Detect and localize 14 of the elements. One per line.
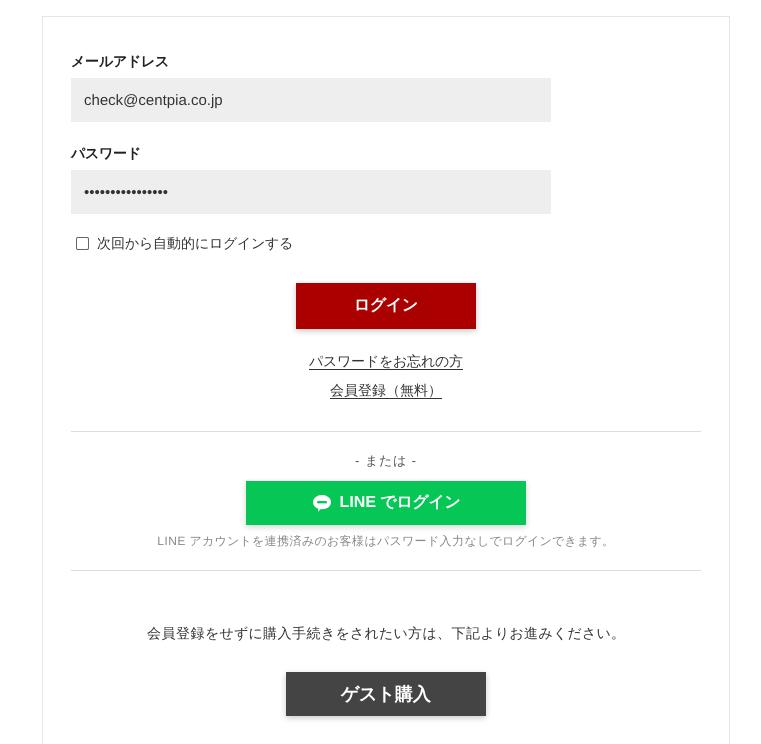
guest-message: 会員登録をせずに購入手続きをされたい方は、下記よりお進みください。	[146, 624, 626, 643]
guest-purchase-button[interactable]: ゲスト購入	[286, 672, 486, 716]
checkbox-label[interactable]: 次回から自動的にログインする	[97, 233, 293, 253]
checkbox[interactable]	[76, 236, 89, 250]
chat-bubble-icon	[312, 494, 332, 512]
line-note: LINE アカウントを連携済みのお客様はパスワード入力なしでログインできます。	[157, 533, 615, 550]
text-link[interactable]: パスワードをお忘れの方	[309, 351, 463, 371]
field-label: パスワード	[71, 144, 141, 163]
field-label: メールアドレス	[71, 52, 169, 71]
login-button[interactable]: ログイン	[296, 283, 476, 329]
separator-text: - または -	[355, 452, 417, 470]
input-field[interactable]: ••••••••••••••••	[71, 170, 551, 214]
text-link[interactable]: 会員登録（無料）	[330, 380, 442, 400]
input-field[interactable]: check@centpia.co.jp	[71, 78, 551, 122]
